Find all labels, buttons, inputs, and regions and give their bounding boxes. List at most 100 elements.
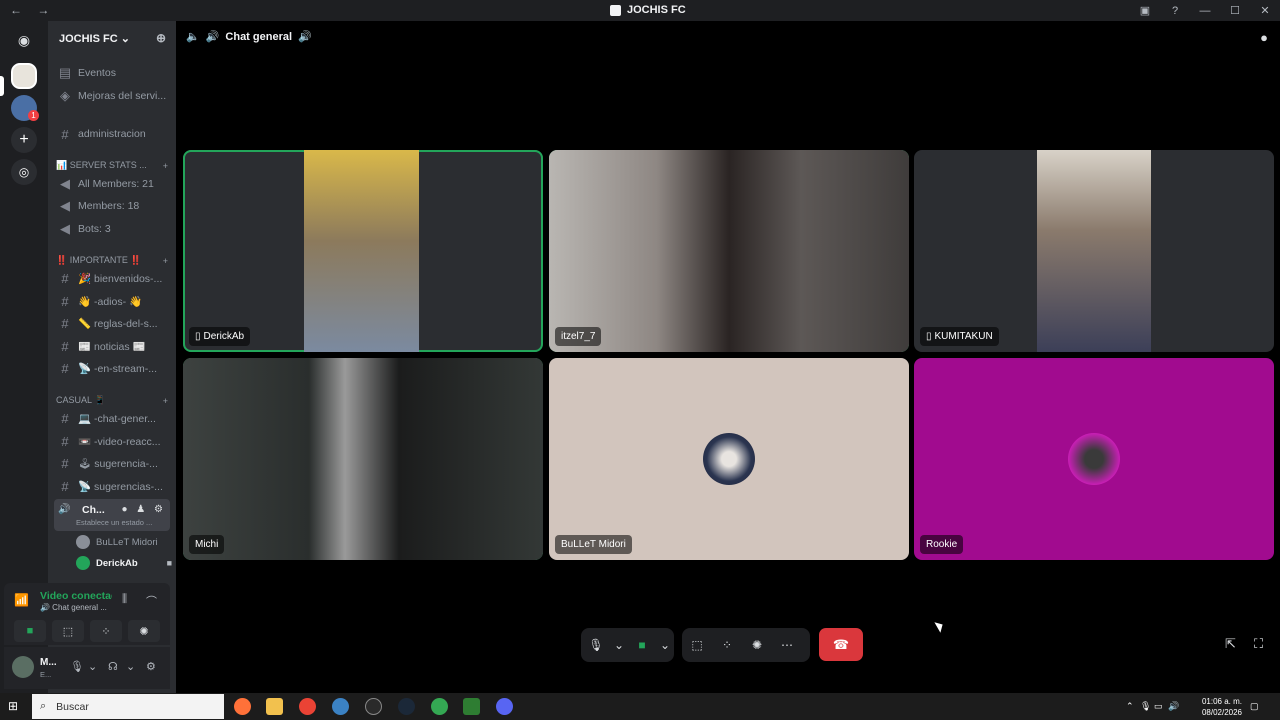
chrome-icon[interactable]: [299, 698, 316, 715]
window-title-group: JOCHIS FC: [610, 4, 686, 16]
nav-arrows[interactable]: ← →: [10, 3, 55, 17]
camera-button[interactable]: ■: [14, 620, 46, 642]
fullscreen-icon[interactable]: ⛶: [1254, 636, 1263, 652]
windows-start-icon[interactable]: ⊞: [8, 699, 18, 713]
chrome-alt-icon[interactable]: [431, 698, 448, 715]
clock[interactable]: 01:06 a. m. 08/02/2026: [1202, 696, 1242, 718]
channel-sugerencias[interactable]: # 📡 sugerencias-...: [56, 476, 172, 496]
channel-chat-general[interactable]: # 💻 -chat-gener...: [56, 408, 172, 428]
channel-en-stream[interactable]: # 📡 -en-stream-...: [56, 358, 172, 378]
soundboard-button[interactable]: ✺: [742, 638, 772, 652]
voice-status-channel[interactable]: 🔊 Chat general ...: [40, 603, 112, 612]
disconnect-icon[interactable]: ⌒: [146, 593, 157, 609]
disconnect-call-button[interactable]: ☎: [819, 628, 863, 661]
close-button[interactable]: ✕: [1250, 4, 1280, 17]
steam-icon[interactable]: [398, 698, 415, 715]
channel-reglas[interactable]: # 📏 reglas-del-s...: [56, 313, 172, 333]
soundboard-button[interactable]: ✺: [128, 620, 160, 642]
more-options-button[interactable]: ⋯: [772, 638, 802, 652]
add-channel-icon[interactable]: +: [163, 256, 168, 266]
discord-icon[interactable]: [496, 698, 513, 715]
hash-icon: #: [61, 410, 69, 426]
active-voice-channel[interactable]: 🔊 Ch... ● ♟ ⚙ Establece un estado ...: [54, 499, 170, 531]
ccleaner-icon[interactable]: [332, 698, 349, 715]
category-importante[interactable]: ‼️ IMPORTANTE ‼️ +: [56, 255, 172, 266]
category-server-stats[interactable]: 📊 SERVER STATS ... +: [56, 160, 172, 171]
server-header[interactable]: JOCHIS FC ⌄ ⊕: [48, 21, 176, 55]
discord-home-icon[interactable]: ◉: [11, 27, 37, 53]
speaker-icon: ◀: [60, 176, 70, 191]
channel-eventos[interactable]: ▤ Eventos: [56, 63, 172, 83]
chevron-down-icon[interactable]: ⌄: [611, 638, 627, 652]
signal-icon[interactable]: 📶: [14, 593, 29, 607]
activities-button[interactable]: ⁘: [712, 638, 742, 652]
activity-controls: ⬚ ⁘ ✺ ⋯: [682, 628, 810, 662]
channel-stat-members[interactable]: ◀ Members: 18: [56, 196, 172, 216]
speaker-icon: 🔊: [298, 31, 312, 43]
participant-tile[interactable]: Michi: [183, 358, 543, 560]
channel-sugerencia[interactable]: # 🕹 sugerencia-...: [56, 453, 172, 473]
window-title: JOCHIS FC: [627, 4, 686, 16]
participant-tile[interactable]: ▯ DerickAb: [183, 150, 543, 352]
chevron-down-icon[interactable]: ⌄: [657, 638, 673, 652]
channel-stat-all-members[interactable]: ◀ All Members: 21: [56, 174, 172, 194]
voice-status[interactable]: Establece un estado ...: [76, 518, 152, 527]
channel-mejoras[interactable]: ◈ Mejoras del servi...: [56, 86, 172, 106]
noise-suppression-icon[interactable]: ⫼: [122, 593, 127, 606]
add-channel-icon[interactable]: +: [163, 396, 168, 406]
category-casual[interactable]: CASUAL 📱 +: [56, 395, 172, 406]
channel-video-reacc[interactable]: # 📼 -video-reacc...: [56, 431, 172, 451]
mobile-icon: ▯: [926, 331, 932, 342]
chat-icon[interactable]: ●: [1260, 30, 1268, 45]
avatar[interactable]: [12, 656, 34, 678]
voice-channel-tools[interactable]: ● ♟ ⚙: [121, 504, 166, 515]
screen-share-button[interactable]: ⬚: [682, 638, 712, 652]
channel-administracion[interactable]: # administracion: [56, 124, 172, 144]
maximize-button[interactable]: ☐: [1220, 4, 1250, 17]
participant-tile[interactable]: BuLLeT Midori: [549, 358, 909, 560]
invite-icon[interactable]: ⊕: [156, 31, 166, 45]
participant-tile[interactable]: itzel7_7: [549, 150, 909, 352]
add-channel-icon[interactable]: +: [163, 161, 168, 171]
popout-icon[interactable]: ⇱: [1225, 636, 1236, 652]
obs-icon[interactable]: [365, 698, 382, 715]
participant-label: ▯ KUMITAKUN: [920, 327, 999, 346]
screen-share-button[interactable]: ⬚: [52, 620, 84, 642]
channel-adios[interactable]: # 👋 -adios- 👋: [56, 291, 172, 311]
participant-label: Rookie: [920, 535, 964, 554]
headphones-icon[interactable]: ☊: [108, 660, 118, 673]
microphone-icon[interactable]: 🎙: [70, 660, 84, 673]
chevron-down-icon[interactable]: ⌄: [88, 660, 97, 673]
volume-icon[interactable]: 🔊: [1168, 701, 1182, 712]
inbox-icon[interactable]: ▣: [1130, 4, 1160, 17]
firefox-icon[interactable]: [234, 698, 251, 715]
network-icon[interactable]: ▭: [1154, 701, 1168, 712]
channel-bienvenidos[interactable]: # 🎉 bienvenidos-...: [56, 268, 172, 288]
avatar: [1068, 433, 1120, 485]
hash-icon: #: [61, 360, 69, 376]
add-server-icon[interactable]: +: [11, 127, 37, 153]
minimize-button[interactable]: —: [1190, 5, 1220, 17]
app-icon[interactable]: [463, 698, 480, 715]
taskbar-search[interactable]: ⌕ Buscar: [32, 694, 224, 719]
user-panel: M... E... 🎙 ⌄ ☊ ⌄ ⚙: [4, 647, 170, 689]
file-explorer-icon[interactable]: [266, 698, 283, 715]
participant-label: BuLLeT Midori: [555, 535, 632, 554]
channel-stat-bots[interactable]: ◀ Bots: 3: [56, 219, 172, 239]
notification-icon[interactable]: ▢: [1250, 701, 1280, 712]
participant-tile[interactable]: ▯ KUMITAKUN: [914, 150, 1274, 352]
activities-button[interactable]: ⁘: [90, 620, 122, 642]
gear-icon[interactable]: ⚙: [146, 660, 156, 673]
microphone-icon[interactable]: 🎙: [1140, 701, 1154, 712]
server-jochis-fc[interactable]: [11, 63, 37, 89]
chevron-up-icon[interactable]: ⌃: [1126, 701, 1140, 712]
microphone-button[interactable]: 🎙: [581, 638, 611, 652]
voice-member[interactable]: DerickAb ■: [76, 554, 172, 572]
explore-icon[interactable]: ◎: [11, 159, 37, 185]
chevron-down-icon[interactable]: ⌄: [126, 660, 135, 673]
help-icon[interactable]: ?: [1160, 5, 1190, 17]
voice-member[interactable]: BuLLeT Midori: [76, 533, 172, 551]
channel-noticias[interactable]: # 📰 noticias 📰: [56, 336, 172, 356]
participant-tile[interactable]: Rookie: [914, 358, 1274, 560]
camera-button[interactable]: ■: [627, 638, 657, 652]
